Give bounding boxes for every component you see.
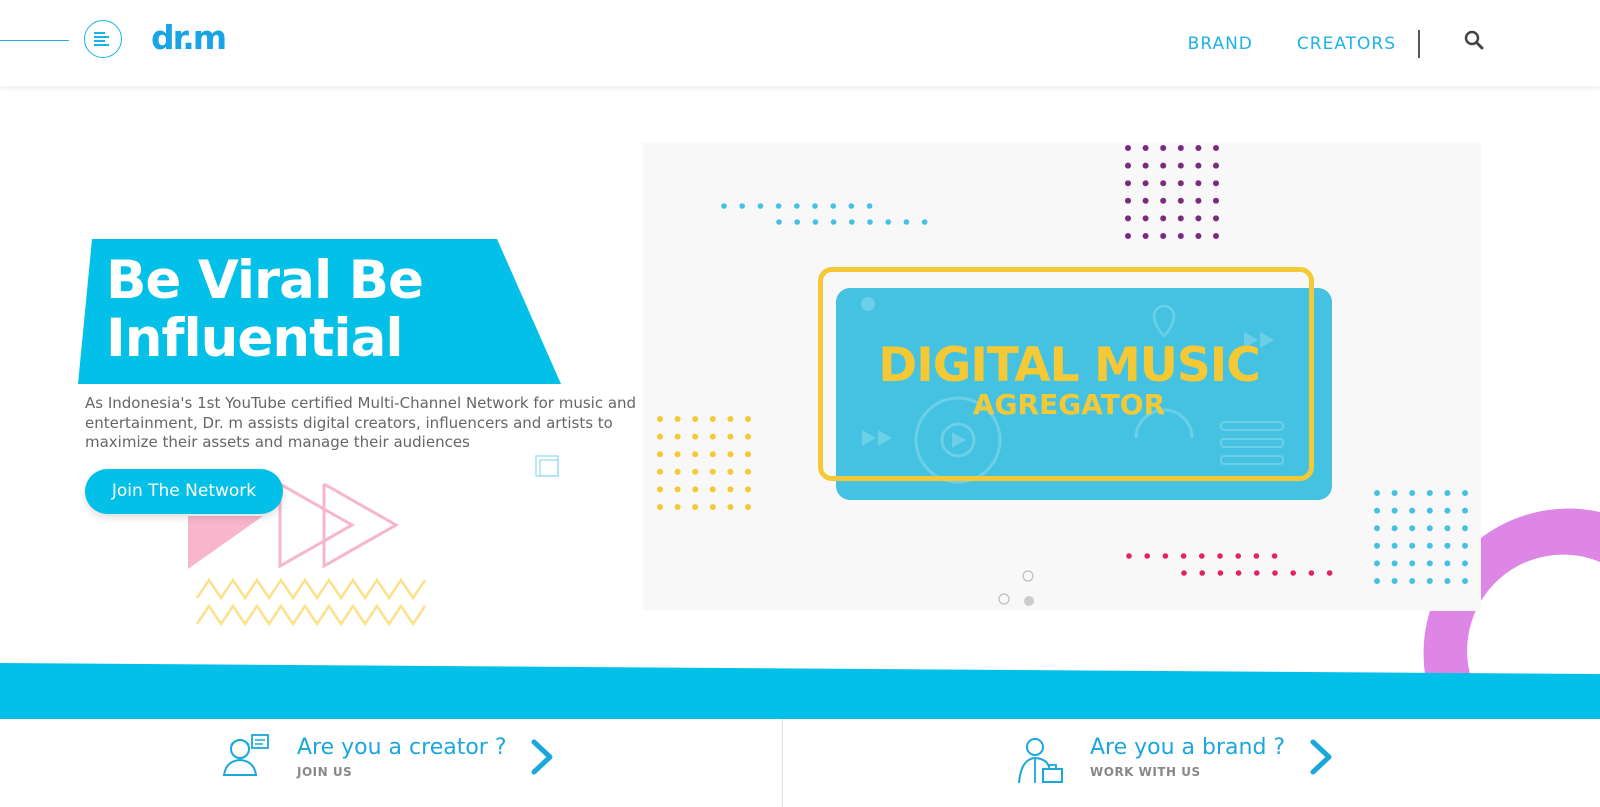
- blue-dot-row-2: [776, 219, 928, 225]
- media-decor: [657, 145, 1468, 584]
- site-logo[interactable]: dr.m: [151, 18, 227, 57]
- indicator-dot-active: [1024, 596, 1034, 606]
- nav-creators[interactable]: CREATORS: [1297, 34, 1396, 54]
- yellow-dot-grid: [657, 416, 751, 510]
- media-subtitle: AGREGATOR: [972, 388, 1166, 421]
- brand-icon: [1018, 738, 1063, 784]
- nav-divider: [1418, 30, 1420, 58]
- indicator-dot: [998, 593, 1010, 605]
- chevron-right-icon[interactable]: [530, 739, 554, 775]
- cta-brand-sub[interactable]: WORK WITH US: [1090, 765, 1201, 779]
- site-header: dr.m BRAND CREATORS: [0, 0, 1600, 86]
- creator-icon: [222, 734, 269, 776]
- cta-brand-title[interactable]: Are you a brand ?: [1090, 735, 1285, 760]
- chevron-right-icon[interactable]: [1309, 739, 1333, 775]
- menu-icon: [94, 32, 109, 46]
- red-dot-row-2: [1181, 570, 1333, 576]
- red-dot-row-1: [1126, 553, 1278, 559]
- menu-button[interactable]: [84, 20, 122, 58]
- search-icon[interactable]: [1464, 30, 1484, 50]
- purple-dot-grid: [1125, 145, 1219, 239]
- cta-creator-sub[interactable]: JOIN US: [297, 765, 352, 779]
- indicator-dot: [1022, 570, 1034, 582]
- carousel-indicators[interactable]: [995, 568, 1040, 608]
- header-accent-line: [0, 40, 69, 41]
- main-nav: BRAND CREATORS: [1144, 30, 1420, 58]
- blue-dot-grid: [1374, 490, 1468, 584]
- cta-divider: [782, 719, 783, 807]
- cta-creator-title[interactable]: Are you a creator ?: [297, 735, 507, 760]
- blue-dot-row-1: [721, 203, 873, 209]
- media-title: DIGITAL MUSIC: [878, 338, 1260, 393]
- nav-brand[interactable]: BRAND: [1188, 34, 1253, 54]
